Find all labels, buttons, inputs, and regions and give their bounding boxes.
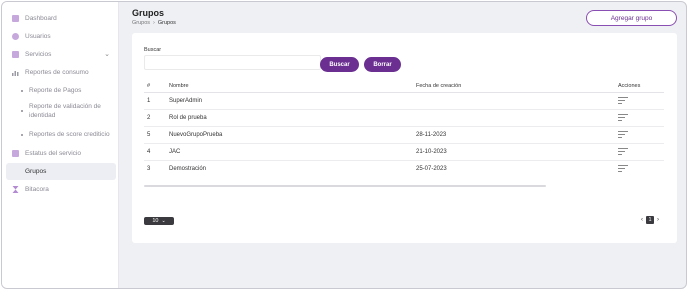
- table-header: # Nombre Fecha de creación Acciones: [144, 79, 664, 93]
- sidebar-item-bitacora[interactable]: Bitacora: [6, 181, 116, 198]
- sidebar-item-dashboard[interactable]: Dashboard: [6, 10, 116, 27]
- breadcrumb: Grupos › Grupos: [132, 20, 176, 26]
- table-row: 4 JAC 21-10-2023: [144, 144, 664, 161]
- search-button[interactable]: Buscar: [320, 57, 359, 72]
- actions-menu-icon[interactable]: [618, 131, 628, 139]
- horizontal-scrollbar[interactable]: [144, 185, 546, 187]
- page-title: Grupos: [132, 8, 165, 18]
- search-label: Buscar: [144, 47, 162, 53]
- actions-menu-icon[interactable]: [618, 97, 628, 105]
- sidebar-item-servicios[interactable]: Servicios ⌄: [6, 46, 116, 63]
- bullet-icon: [21, 110, 23, 112]
- table-row: 3 Demostración 25-07-2023: [144, 161, 664, 178]
- sidebar-item-estatus[interactable]: Estatus del servicio: [6, 145, 116, 162]
- page-number-current[interactable]: 1: [646, 216, 654, 224]
- column-header-actions: Acciones: [618, 83, 641, 89]
- bar-chart-icon: [12, 69, 19, 76]
- chevron-down-icon: ⌄: [104, 51, 110, 58]
- sidebar-item-reporte-pagos[interactable]: Reporte de Pagos: [6, 82, 116, 99]
- actions-menu-icon[interactable]: [618, 114, 628, 122]
- table-row: 1 SuperAdmin: [144, 93, 664, 110]
- actions-menu-icon[interactable]: [618, 148, 628, 156]
- search-input[interactable]: [144, 55, 321, 70]
- clear-button[interactable]: Borrar: [364, 57, 401, 72]
- column-header-name: Nombre: [169, 83, 189, 89]
- hourglass-icon: [12, 186, 19, 193]
- groups-card: Buscar Buscar Borrar # Nombre Fecha de c…: [132, 33, 677, 243]
- user-icon: [12, 33, 19, 40]
- grid-icon: [12, 51, 19, 58]
- breadcrumb-current: Grupos: [157, 20, 176, 26]
- dashboard-icon: [12, 15, 19, 22]
- table-row: 5 NuevoGrupoPrueba 28-11-2023: [144, 127, 664, 144]
- sidebar: Dashboard Usuarios Servicios ⌄ Reportes …: [2, 2, 119, 288]
- next-page-icon[interactable]: ›: [657, 217, 659, 223]
- bullet-icon: [21, 133, 23, 136]
- bullet-icon: [21, 89, 23, 92]
- main-content: Grupos Grupos › Grupos Agregar grupo Bus…: [120, 2, 686, 288]
- monitor-icon: [12, 150, 19, 157]
- sidebar-item-reporte-validacion[interactable]: Reporte de validación de identidad: [6, 100, 116, 122]
- breadcrumb-separator: ›: [153, 20, 155, 26]
- pagination: ‹ 1 ›: [641, 216, 659, 224]
- breadcrumb-item[interactable]: Grupos: [132, 20, 150, 26]
- sidebar-item-usuarios[interactable]: Usuarios: [6, 28, 116, 45]
- page-size-select[interactable]: 10 ⌄: [144, 217, 174, 225]
- sidebar-item-reportes-score[interactable]: Reportes de score crediticio: [6, 126, 116, 143]
- add-group-button[interactable]: Agregar grupo: [586, 10, 677, 26]
- app-window: Dashboard Usuarios Servicios ⌄ Reportes …: [1, 1, 687, 289]
- sidebar-item-grupos[interactable]: Grupos: [6, 163, 116, 180]
- column-header-date: Fecha de creación: [416, 83, 462, 89]
- chevron-down-icon: ⌄: [161, 218, 166, 224]
- sidebar-item-reportes-consumo[interactable]: Reportes de consumo: [6, 64, 116, 81]
- actions-menu-icon[interactable]: [618, 165, 628, 173]
- table-row: 2 Rol de prueba: [144, 110, 664, 127]
- prev-page-icon[interactable]: ‹: [641, 217, 643, 223]
- column-header-id: #: [147, 83, 151, 89]
